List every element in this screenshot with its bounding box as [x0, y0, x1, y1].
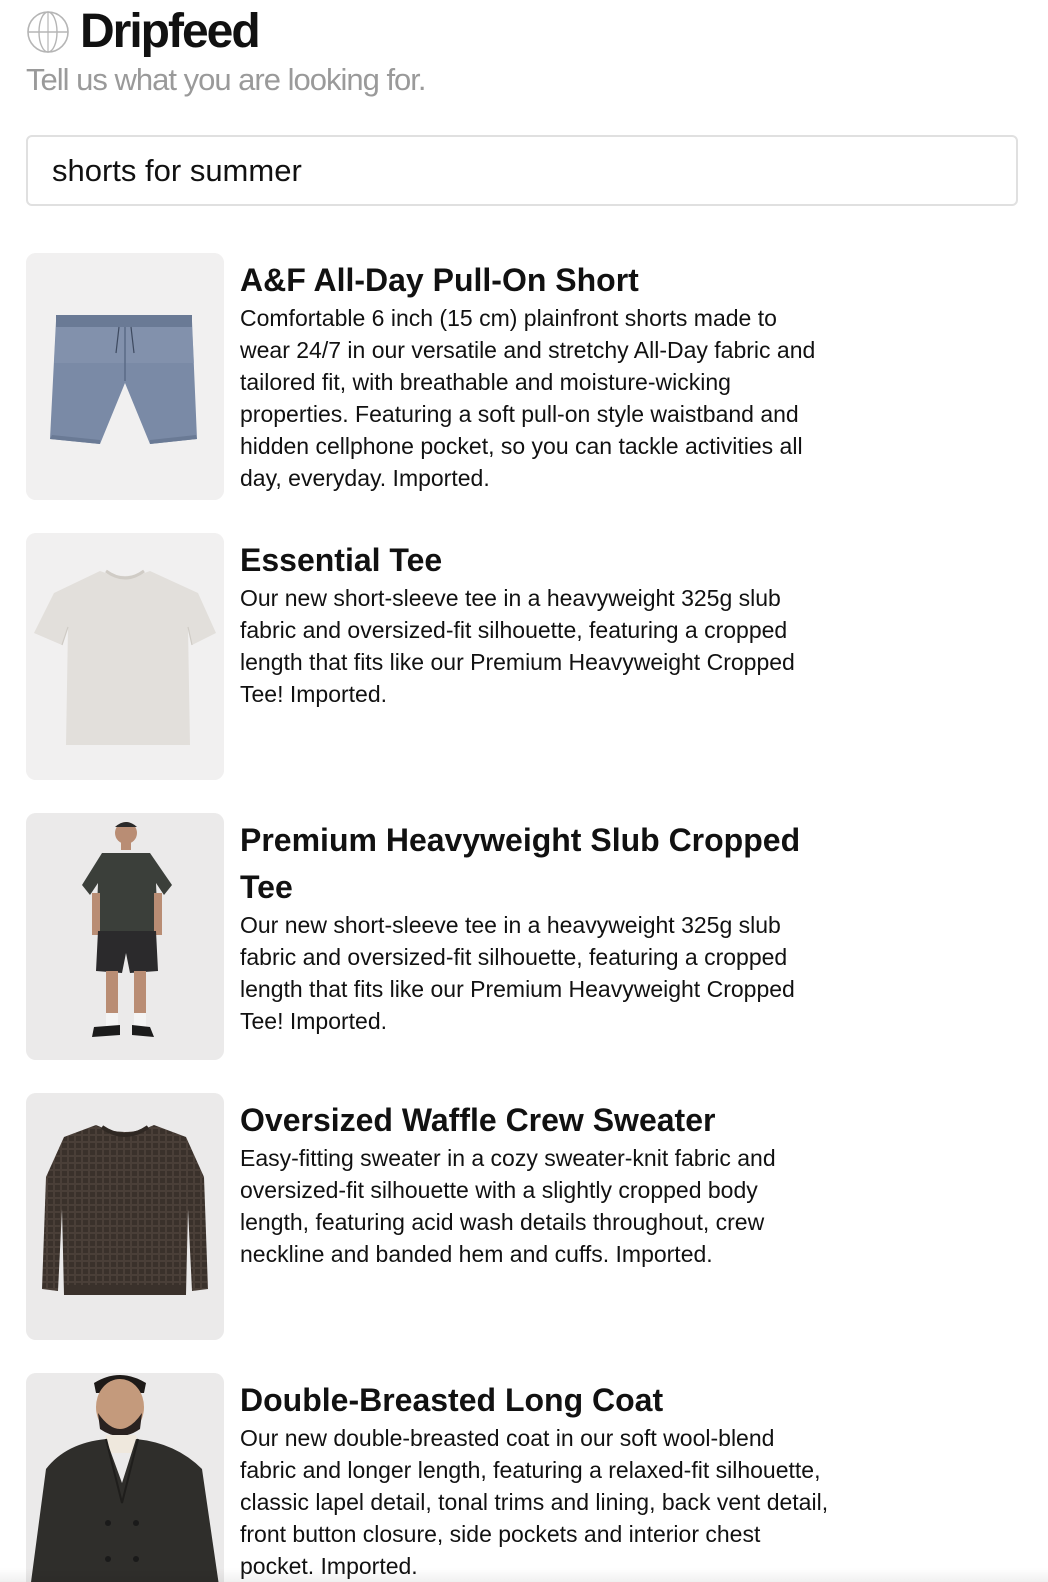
- product-title[interactable]: Double-Breasted Long Coat: [240, 1377, 830, 1424]
- search-input[interactable]: [26, 135, 1018, 206]
- product-title[interactable]: A&F All-Day Pull-On Short: [240, 257, 830, 304]
- result-item[interactable]: Oversized Waffle Crew Sweater Easy-fitti…: [26, 1093, 1026, 1373]
- product-title[interactable]: Essential Tee: [240, 537, 830, 584]
- scroll-fade: [0, 1568, 1048, 1582]
- product-description: Easy-fitting sweater in a cozy sweater-k…: [240, 1145, 776, 1267]
- results-list: A&F All-Day Pull-On Short Comfortable 6 …: [26, 253, 1026, 1582]
- app-header: Dripfeed: [26, 5, 261, 58]
- product-image-shorts[interactable]: [26, 253, 224, 500]
- product-image-sweater[interactable]: [26, 1093, 224, 1340]
- result-item[interactable]: A&F All-Day Pull-On Short Comfortable 6 …: [26, 253, 1026, 533]
- app-title: Dripfeed: [80, 5, 261, 58]
- result-item[interactable]: Premium Heavyweight Slub Cropped Tee Our…: [26, 813, 1026, 1093]
- product-title[interactable]: Oversized Waffle Crew Sweater: [240, 1097, 830, 1144]
- product-description: Our new short-sleeve tee in a heavyweigh…: [240, 912, 795, 1034]
- result-item[interactable]: Double-Breasted Long Coat Our new double…: [26, 1373, 1026, 1582]
- product-image-tee[interactable]: [26, 533, 224, 780]
- product-description: Comfortable 6 inch (15 cm) plainfront sh…: [240, 305, 816, 491]
- globe-icon: [27, 11, 69, 53]
- product-description: Our new short-sleeve tee in a heavyweigh…: [240, 585, 795, 707]
- page-subtitle: Tell us what you are looking for.: [26, 62, 427, 97]
- result-item[interactable]: Essential Tee Our new short-sleeve tee i…: [26, 533, 1026, 813]
- product-image-model-tee[interactable]: [26, 813, 224, 1060]
- product-title[interactable]: Premium Heavyweight Slub Cropped Tee: [240, 817, 830, 911]
- product-description: Our new double-breasted coat in our soft…: [240, 1425, 829, 1579]
- product-image-model-coat[interactable]: [26, 1373, 224, 1582]
